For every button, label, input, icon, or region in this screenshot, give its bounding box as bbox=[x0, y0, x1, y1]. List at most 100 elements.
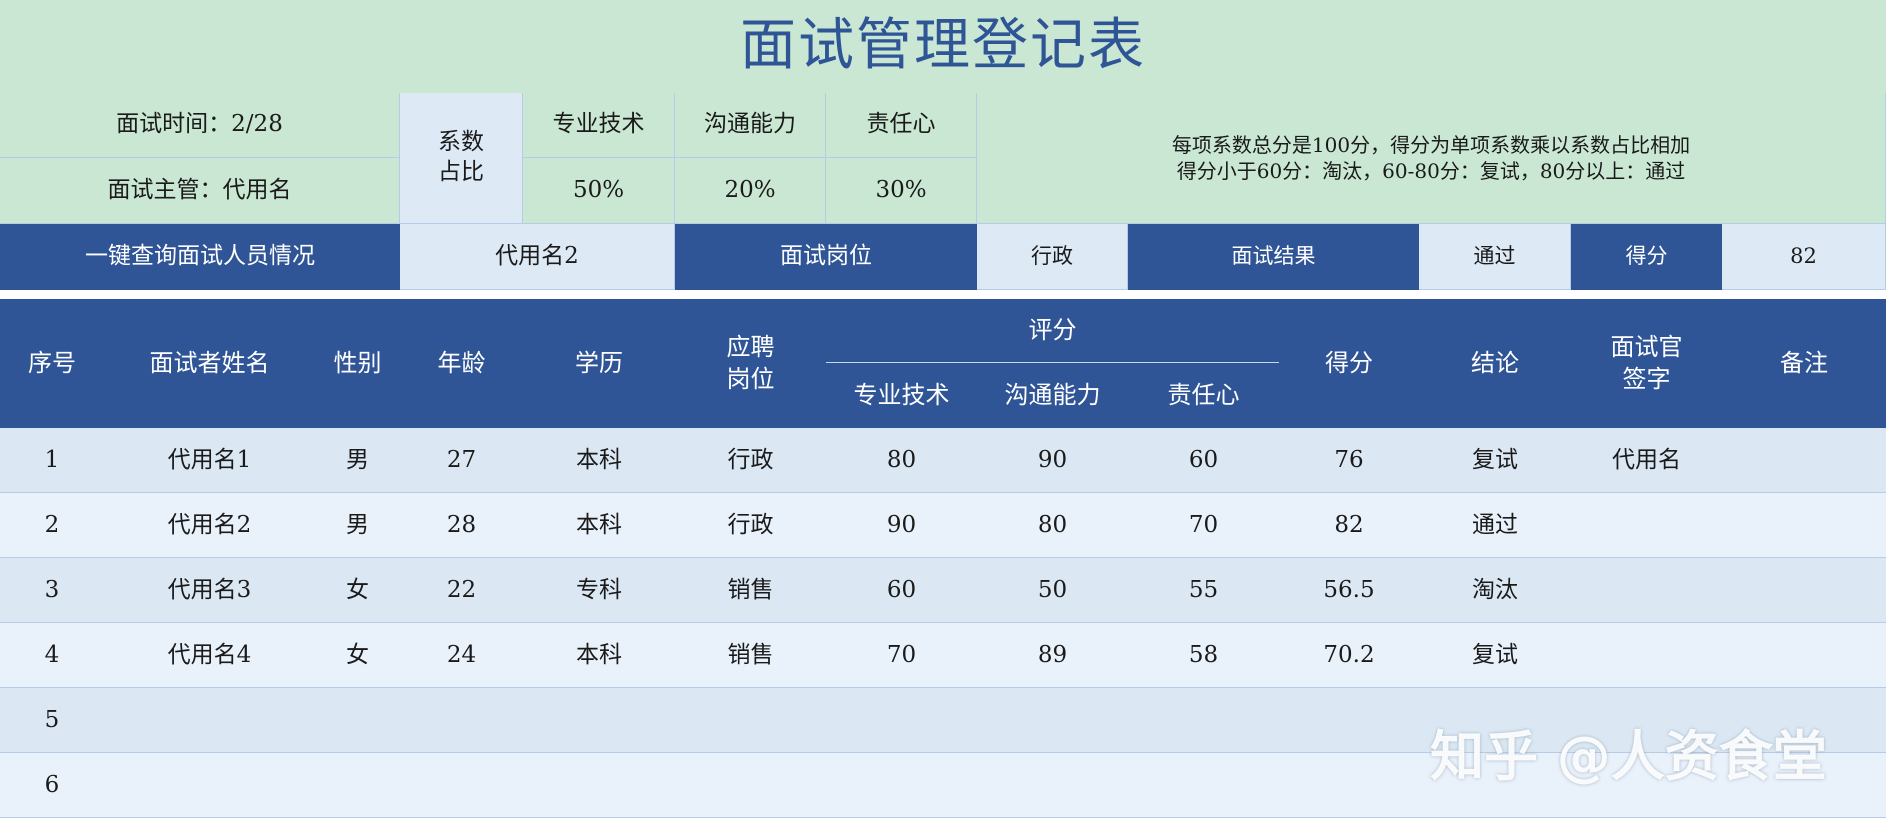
cell-skill[interactable]: 80 bbox=[826, 428, 977, 493]
cell-signature[interactable] bbox=[1571, 753, 1722, 818]
cell-communication[interactable]: 90 bbox=[977, 428, 1128, 493]
cell-score[interactable] bbox=[1279, 753, 1419, 818]
skill-header-communication: 沟通能力 bbox=[675, 93, 826, 158]
weight-professional: 50% bbox=[523, 158, 675, 224]
cell-signature[interactable] bbox=[1571, 623, 1722, 688]
header-education: 学历 bbox=[575, 348, 623, 377]
cell-education[interactable] bbox=[523, 688, 675, 753]
cell-signature[interactable] bbox=[1571, 558, 1722, 623]
cell-name[interactable]: 代用名4 bbox=[104, 623, 315, 688]
cell-seq[interactable]: 5 bbox=[0, 688, 104, 753]
query-score-value: 82 bbox=[1722, 224, 1886, 290]
cell-conclusion[interactable] bbox=[1419, 753, 1571, 818]
cell-score[interactable]: 56.5 bbox=[1279, 558, 1419, 623]
cell-conclusion[interactable]: 复试 bbox=[1419, 428, 1571, 493]
cell-seq[interactable]: 2 bbox=[0, 493, 104, 558]
scoring-rule-line1: 每项系数总分是100分，得分为单项系数乘以系数占比相加 bbox=[1171, 133, 1691, 157]
cell-gender[interactable]: 男 bbox=[315, 493, 400, 558]
cell-signature[interactable]: 代用名 bbox=[1571, 428, 1722, 493]
cell-conclusion[interactable]: 复试 bbox=[1419, 623, 1571, 688]
cell-gender[interactable]: 女 bbox=[315, 623, 400, 688]
cell-position[interactable] bbox=[675, 753, 826, 818]
header-signature-line1: 面试官 bbox=[1610, 333, 1683, 362]
cell-skill[interactable]: 60 bbox=[826, 558, 977, 623]
cell-education[interactable] bbox=[523, 753, 675, 818]
interview-date: 面试时间：2/28 bbox=[0, 93, 400, 158]
cell-remarks[interactable] bbox=[1722, 558, 1886, 623]
cell-position[interactable]: 行政 bbox=[675, 493, 826, 558]
cell-responsibility[interactable]: 60 bbox=[1128, 428, 1279, 493]
cell-name[interactable] bbox=[104, 753, 315, 818]
query-position-value: 行政 bbox=[977, 224, 1128, 290]
cell-gender[interactable] bbox=[315, 688, 400, 753]
header-communication: 沟通能力 bbox=[1004, 380, 1101, 409]
cell-score[interactable] bbox=[1279, 688, 1419, 753]
section-gap bbox=[0, 290, 1886, 299]
cell-name[interactable]: 代用名2 bbox=[104, 493, 315, 558]
weight-communication: 20% bbox=[675, 158, 826, 224]
query-name-input[interactable]: 代用名2 bbox=[400, 224, 675, 290]
cell-communication[interactable] bbox=[977, 688, 1128, 753]
header-position: 应聘 岗位 bbox=[675, 299, 826, 428]
cell-conclusion[interactable] bbox=[1419, 688, 1571, 753]
cell-signature[interactable] bbox=[1571, 688, 1722, 753]
cell-responsibility[interactable] bbox=[1128, 688, 1279, 753]
cell-responsibility[interactable] bbox=[1128, 753, 1279, 818]
cell-score[interactable]: 70.2 bbox=[1279, 623, 1419, 688]
cell-seq[interactable]: 4 bbox=[0, 623, 104, 688]
cell-communication[interactable] bbox=[977, 753, 1128, 818]
cell-skill[interactable]: 90 bbox=[826, 493, 977, 558]
cell-seq[interactable]: 6 bbox=[0, 753, 104, 818]
cell-conclusion[interactable]: 通过 bbox=[1419, 493, 1571, 558]
header-responsibility: 责任心 bbox=[1167, 380, 1240, 409]
cell-education[interactable]: 本科 bbox=[523, 493, 675, 558]
cell-gender[interactable]: 男 bbox=[315, 428, 400, 493]
interview-manager: 面试主管：代用名 bbox=[0, 158, 400, 224]
cell-remarks[interactable] bbox=[1722, 753, 1886, 818]
query-score-label: 得分 bbox=[1571, 224, 1722, 290]
cell-education[interactable]: 本科 bbox=[523, 623, 675, 688]
header-position-line2: 岗位 bbox=[726, 364, 775, 393]
cell-education[interactable]: 专科 bbox=[523, 558, 675, 623]
cell-position[interactable] bbox=[675, 688, 826, 753]
cell-position[interactable]: 行政 bbox=[675, 428, 826, 493]
cell-age[interactable]: 28 bbox=[400, 493, 523, 558]
cell-responsibility[interactable]: 58 bbox=[1128, 623, 1279, 688]
cell-age[interactable]: 27 bbox=[400, 428, 523, 493]
cell-education[interactable]: 本科 bbox=[523, 428, 675, 493]
cell-communication[interactable]: 50 bbox=[977, 558, 1128, 623]
cell-age[interactable]: 24 bbox=[400, 623, 523, 688]
cell-name[interactable]: 代用名3 bbox=[104, 558, 315, 623]
query-label: 一键查询面试人员情况 bbox=[0, 224, 400, 290]
cell-signature[interactable] bbox=[1571, 493, 1722, 558]
cell-score[interactable]: 82 bbox=[1279, 493, 1419, 558]
cell-responsibility[interactable]: 70 bbox=[1128, 493, 1279, 558]
cell-age[interactable]: 22 bbox=[400, 558, 523, 623]
cell-name[interactable] bbox=[104, 688, 315, 753]
cell-position[interactable]: 销售 bbox=[675, 623, 826, 688]
cell-communication[interactable]: 80 bbox=[977, 493, 1128, 558]
cell-skill[interactable]: 70 bbox=[826, 623, 977, 688]
cell-score[interactable]: 76 bbox=[1279, 428, 1419, 493]
cell-remarks[interactable] bbox=[1722, 688, 1886, 753]
cell-seq[interactable]: 1 bbox=[0, 428, 104, 493]
header-skill: 专业技术 bbox=[853, 380, 950, 409]
coefficient-ratio-label: 系数 占比 bbox=[400, 93, 523, 224]
cell-remarks[interactable] bbox=[1722, 493, 1886, 558]
cell-remarks[interactable] bbox=[1722, 623, 1886, 688]
cell-age[interactable] bbox=[400, 753, 523, 818]
query-position-label: 面试岗位 bbox=[675, 224, 977, 290]
skill-header-professional: 专业技术 bbox=[523, 93, 675, 158]
cell-position[interactable]: 销售 bbox=[675, 558, 826, 623]
cell-communication[interactable]: 89 bbox=[977, 623, 1128, 688]
cell-age[interactable] bbox=[400, 688, 523, 753]
cell-responsibility[interactable]: 55 bbox=[1128, 558, 1279, 623]
cell-skill[interactable] bbox=[826, 753, 977, 818]
cell-remarks[interactable] bbox=[1722, 428, 1886, 493]
cell-conclusion[interactable]: 淘汰 bbox=[1419, 558, 1571, 623]
cell-seq[interactable]: 3 bbox=[0, 558, 104, 623]
cell-gender[interactable] bbox=[315, 753, 400, 818]
cell-gender[interactable]: 女 bbox=[315, 558, 400, 623]
cell-name[interactable]: 代用名1 bbox=[104, 428, 315, 493]
cell-skill[interactable] bbox=[826, 688, 977, 753]
